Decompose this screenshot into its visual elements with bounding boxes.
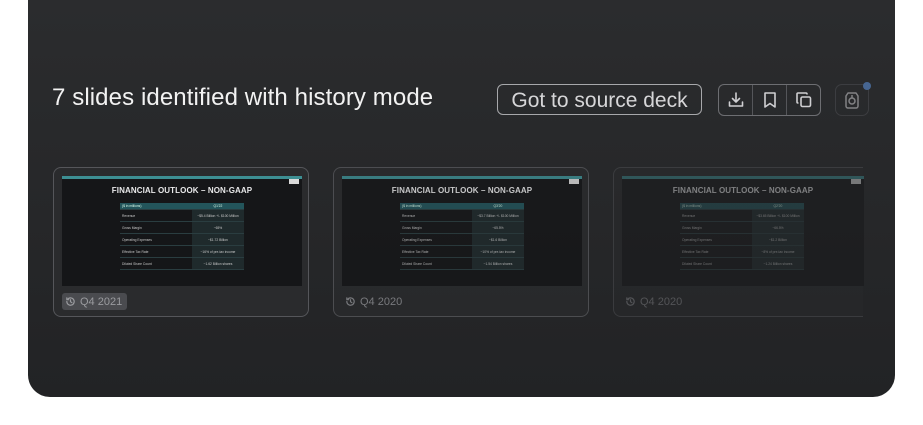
slide-card[interactable]: FINANCIAL OUTLOOK – NON-GAAP ($ in milli… (613, 167, 864, 317)
slide-corner-marker (851, 179, 861, 184)
go-to-source-deck-button[interactable]: Got to source deck (497, 84, 702, 115)
ai-assistant-button[interactable] (835, 82, 871, 116)
slide-table: ($ in millions) Q2’20 Revenue ~$3.65 Billi… (680, 203, 804, 270)
slide-thumbnail: FINANCIAL OUTLOOK – NON-GAAP ($ in milli… (342, 176, 582, 286)
history-icon (626, 297, 635, 306)
slide-title: FINANCIAL OUTLOOK – NON-GAAP (111, 186, 253, 195)
period-label: Q4 2020 (360, 295, 403, 308)
bookmark-button[interactable] (753, 85, 787, 115)
slide-title: FINANCIAL OUTLOOK – NON-GAAP (672, 186, 814, 195)
history-icon (66, 297, 75, 306)
slide-thumbnail: FINANCIAL OUTLOOK – NON-GAAP ($ in milli… (622, 176, 864, 286)
slide-card[interactable]: FINANCIAL OUTLOOK – NON-GAAP ($ in milli… (53, 167, 309, 317)
slides-panel: 7 slides identified with history mode Go… (28, 0, 895, 397)
copy-button[interactable] (787, 85, 820, 115)
bookmark-icon (763, 92, 776, 108)
action-button-group (718, 84, 821, 116)
download-button[interactable] (719, 85, 753, 115)
notification-dot (863, 82, 871, 90)
slide-table: ($ in millions) Q3’20 Revenue ~$3.7 Billio… (400, 203, 524, 270)
ai-assistant-icon (845, 92, 859, 109)
slide-thumbnail: FINANCIAL OUTLOOK – NON-GAAP ($ in milli… (62, 176, 302, 286)
period-badge: Q4 2020 (622, 293, 687, 310)
slide-corner-marker (289, 179, 299, 184)
download-icon (728, 92, 743, 107)
period-badge: Q4 2020 (342, 293, 407, 310)
history-icon (346, 297, 355, 306)
period-badge: Q4 2021 (62, 293, 128, 310)
slide-table: ($ in millions) Q1’22 Revenue ~$5.4 Billio… (120, 203, 244, 270)
slide-card[interactable]: FINANCIAL OUTLOOK – NON-GAAP ($ in milli… (333, 167, 589, 317)
period-label: Q4 2021 (80, 295, 123, 308)
slide-corner-marker (569, 179, 579, 184)
slide-title: FINANCIAL OUTLOOK – NON-GAAP (391, 186, 533, 195)
copy-icon (795, 92, 811, 108)
page-title: 7 slides identified with history mode (52, 84, 434, 111)
period-label: Q4 2020 (640, 295, 683, 308)
